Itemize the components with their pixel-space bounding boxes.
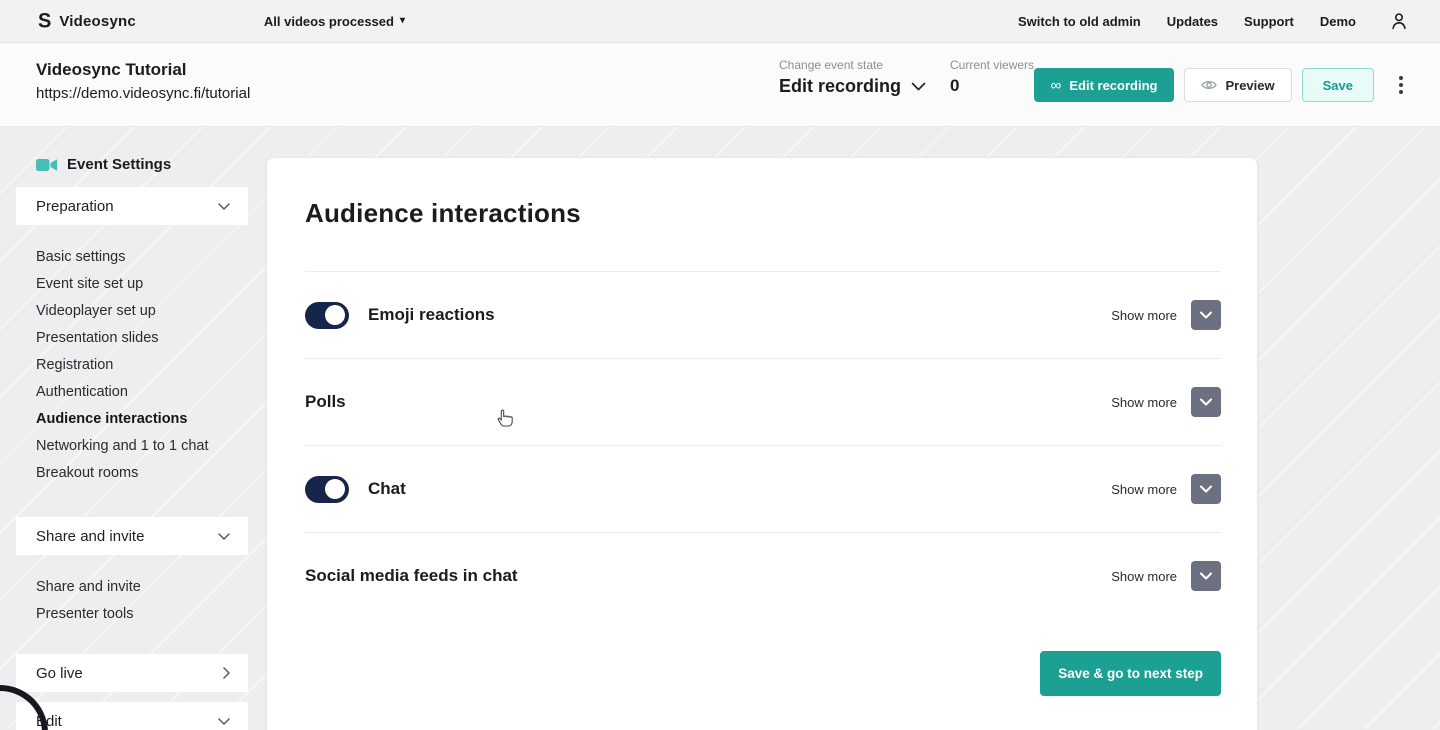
- section-label: Go live: [36, 665, 83, 682]
- user-icon: [1388, 10, 1410, 32]
- sidebar-section-share-and-invite[interactable]: Share and invite: [16, 517, 248, 555]
- account-menu[interactable]: [1388, 10, 1410, 32]
- topbar-link-support[interactable]: Support: [1244, 14, 1294, 29]
- expand-polls-button[interactable]: [1191, 387, 1221, 417]
- topbar-link-demo[interactable]: Demo: [1320, 14, 1356, 29]
- brand-name: Videosync: [59, 13, 136, 30]
- expand-emoji-reactions-button[interactable]: [1191, 300, 1221, 330]
- save-and-next-step-button[interactable]: Save & go to next step: [1040, 651, 1221, 696]
- sidebar-title: Event Settings: [67, 156, 171, 173]
- save-button-label: Save: [1323, 78, 1353, 93]
- event-title: Videosync Tutorial: [36, 60, 250, 80]
- expand-chat-button[interactable]: [1191, 474, 1221, 504]
- sidebar-item-registration[interactable]: Registration: [36, 351, 248, 378]
- topbar-link-switch-to-old-admin[interactable]: Switch to old admin: [1018, 14, 1141, 29]
- chevron-down-icon: [218, 203, 230, 210]
- chevron-down-icon: [911, 82, 926, 91]
- current-viewers-label: Current viewers: [950, 58, 1034, 72]
- section-label: Preparation: [36, 198, 114, 215]
- sidebar-item-networking-1to1-chat[interactable]: Networking and 1 to 1 chat: [36, 432, 248, 459]
- current-viewers-block: Current viewers 0: [950, 58, 1034, 96]
- sidebar-section-edit[interactable]: Edit: [16, 702, 248, 730]
- preview-button-label: Preview: [1225, 78, 1274, 93]
- chevron-down-icon: [218, 718, 230, 725]
- audience-interactions-card: Audience interactions Emoji reactions Sh…: [266, 157, 1258, 730]
- more-options-kebab-icon[interactable]: [1390, 73, 1412, 97]
- sidebar-item-presenter-tools[interactable]: Presenter tools: [36, 600, 248, 627]
- page-title: Audience interactions: [305, 198, 1221, 229]
- caret-down-icon: ▾: [400, 16, 405, 26]
- show-more-link[interactable]: Show more: [1111, 308, 1177, 323]
- chevron-right-icon: [223, 667, 230, 679]
- sidebar-item-share-and-invite[interactable]: Share and invite: [36, 573, 248, 600]
- chevron-down-icon: [218, 533, 230, 540]
- share-invite-items: Share and invite Presenter tools: [16, 555, 248, 635]
- edit-recording-button-label: Edit recording: [1069, 78, 1157, 93]
- feature-row-polls: Polls Show more: [305, 358, 1221, 445]
- sidebar-section-preparation[interactable]: Preparation: [16, 187, 248, 225]
- show-more-link[interactable]: Show more: [1111, 569, 1177, 584]
- event-title-block: Videosync Tutorial https://demo.videosyn…: [36, 60, 250, 102]
- toggle-knob: [325, 479, 345, 499]
- chat-toggle[interactable]: [305, 476, 349, 503]
- sidebar-item-breakout-rooms[interactable]: Breakout rooms: [36, 459, 248, 486]
- event-state-block: Change event state Edit recording: [779, 58, 926, 97]
- videos-status-label: All videos processed: [264, 14, 394, 29]
- sidebar-item-event-site-set-up[interactable]: Event site set up: [36, 270, 248, 297]
- brand[interactable]: S Videosync: [38, 11, 136, 31]
- preparation-items: Basic settings Event site set up Videopl…: [16, 225, 248, 494]
- chevron-down-icon: [1200, 311, 1212, 319]
- feature-row-chat: Chat Show more: [305, 445, 1221, 532]
- show-more-link[interactable]: Show more: [1111, 395, 1177, 410]
- topbar-links: Switch to old admin Updates Support Demo: [1018, 14, 1356, 29]
- feature-label: Emoji reactions: [368, 305, 495, 325]
- video-camera-icon: [36, 158, 57, 172]
- emoji-reactions-toggle[interactable]: [305, 302, 349, 329]
- sidebar: Event Settings Preparation Basic setting…: [16, 127, 248, 730]
- event-header: Videosync Tutorial https://demo.videosyn…: [0, 43, 1440, 127]
- feature-label: Chat: [368, 479, 406, 499]
- preview-button[interactable]: Preview: [1184, 68, 1291, 102]
- videosync-admin-screen: S Videosync All videos processed ▾ Switc…: [0, 0, 1440, 730]
- chevron-down-icon: [1200, 572, 1212, 580]
- videos-status-dropdown[interactable]: All videos processed ▾: [264, 14, 405, 29]
- eye-icon: [1201, 79, 1217, 91]
- event-url[interactable]: https://demo.videosync.fi/tutorial: [36, 85, 250, 102]
- section-label: Share and invite: [36, 528, 144, 545]
- header-actions: ∞ Edit recording Preview Save: [1034, 68, 1412, 102]
- expand-social-media-button[interactable]: [1191, 561, 1221, 591]
- current-viewers-value: 0: [950, 76, 1034, 96]
- card-title-wrap: Audience interactions: [305, 158, 1221, 271]
- feature-row-emoji-reactions: Emoji reactions Show more: [305, 271, 1221, 358]
- topbar: S Videosync All videos processed ▾ Switc…: [0, 0, 1440, 43]
- feature-row-social-media-feeds: Social media feeds in chat Show more: [305, 532, 1221, 619]
- sidebar-item-basic-settings[interactable]: Basic settings: [36, 243, 248, 270]
- event-state-label: Change event state: [779, 58, 926, 72]
- videosync-logo-icon: S: [38, 11, 51, 32]
- feature-label: Social media feeds in chat: [305, 566, 518, 586]
- save-button[interactable]: Save: [1302, 68, 1374, 102]
- recording-loop-icon: ∞: [1051, 78, 1062, 93]
- chevron-down-icon: [1200, 485, 1212, 493]
- event-state-dropdown[interactable]: Edit recording: [779, 76, 926, 97]
- sidebar-item-audience-interactions[interactable]: Audience interactions: [36, 405, 248, 432]
- sidebar-header: Event Settings: [16, 156, 248, 173]
- sidebar-section-go-live[interactable]: Go live: [16, 654, 248, 692]
- sidebar-item-authentication[interactable]: Authentication: [36, 378, 248, 405]
- edit-recording-button[interactable]: ∞ Edit recording: [1034, 68, 1175, 102]
- toggle-knob: [325, 305, 345, 325]
- sidebar-item-videoplayer-set-up[interactable]: Videoplayer set up: [36, 297, 248, 324]
- save-row: Save & go to next step: [305, 619, 1221, 696]
- feature-label: Polls: [305, 392, 346, 412]
- event-state-value: Edit recording: [779, 76, 901, 97]
- show-more-link[interactable]: Show more: [1111, 482, 1177, 497]
- sidebar-item-presentation-slides[interactable]: Presentation slides: [36, 324, 248, 351]
- page-body: Event Settings Preparation Basic setting…: [0, 127, 1440, 729]
- topbar-link-updates[interactable]: Updates: [1167, 14, 1218, 29]
- chevron-down-icon: [1200, 398, 1212, 406]
